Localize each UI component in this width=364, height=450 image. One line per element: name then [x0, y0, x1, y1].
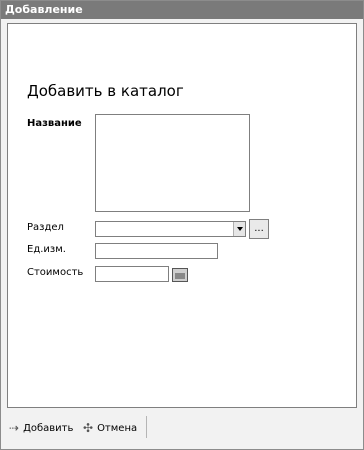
dialog-window: Добавление Добавить в каталог Название Р… — [0, 0, 364, 450]
unit-input[interactable] — [95, 243, 218, 259]
unit-label: Ед.изм. — [27, 244, 66, 255]
name-label: Название — [27, 118, 82, 129]
section-dropdown[interactable] — [95, 221, 246, 237]
add-button[interactable]: ⇢ Добавить — [9, 415, 73, 441]
form-heading: Добавить в каталог — [27, 82, 184, 100]
cancel-button[interactable]: ✣ Отмена — [83, 415, 137, 441]
price-input[interactable] — [95, 266, 169, 282]
name-textarea[interactable] — [95, 114, 250, 212]
bottom-toolbar: ⇢ Добавить ✣ Отмена — [1, 415, 363, 441]
form-panel: Добавить в каталог Название Раздел ... Е… — [7, 23, 357, 408]
add-arrow-icon: ⇢ — [9, 421, 20, 435]
add-button-label: Добавить — [23, 422, 74, 434]
section-label: Раздел — [27, 222, 64, 233]
price-label: Стоимость — [27, 267, 84, 278]
toolbar-separator — [146, 416, 147, 438]
section-browse-button[interactable]: ... — [249, 219, 269, 239]
chevron-down-icon[interactable] — [233, 222, 245, 236]
window-title: Добавление — [1, 1, 363, 19]
cancel-button-label: Отмена — [97, 422, 138, 434]
cancel-icon: ✣ — [83, 421, 94, 435]
calculator-icon[interactable] — [172, 268, 188, 282]
